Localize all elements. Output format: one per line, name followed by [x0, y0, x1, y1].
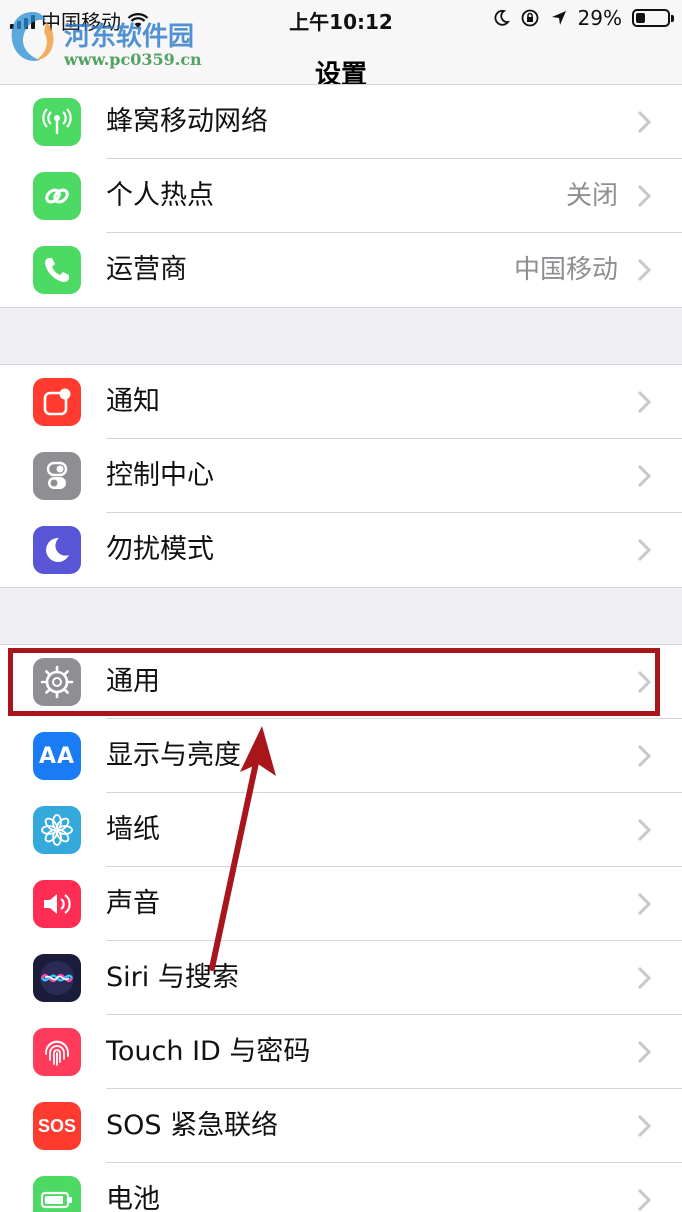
moon-status-icon — [494, 9, 510, 26]
hotspot-chain-icon — [33, 172, 81, 220]
chevron-right-icon — [637, 966, 652, 990]
settings-row-sounds[interactable]: 声音 — [0, 867, 682, 941]
chevron-right-icon — [637, 744, 652, 768]
chevron-right-icon — [637, 892, 652, 916]
chevron-right-icon — [637, 538, 652, 562]
settings-row-hotspot[interactable]: 个人热点 关闭 — [0, 159, 682, 233]
settings-row-label: 通用 — [106, 666, 160, 697]
settings-row-carrier[interactable]: 运营商 中国移动 — [0, 233, 682, 307]
settings-row-label: Siri 与搜索 — [106, 962, 239, 993]
control-center-toggle-icon — [33, 452, 81, 500]
settings-row-battery[interactable]: 电池 — [0, 1163, 682, 1212]
settings-group-general: 通用 AA 显示与亮度 墙纸 声音 Siri 与搜索 Touch ID 与密码 … — [0, 644, 682, 1212]
battery-fill — [636, 13, 645, 23]
chevron-right-icon — [637, 1040, 652, 1064]
settings-row-label: Touch ID 与密码 — [106, 1036, 311, 1067]
text-size-aa-icon: AA — [33, 732, 81, 780]
location-icon — [551, 11, 566, 25]
settings-row-value: 中国移动 — [513, 255, 618, 285]
settings-row-label: 声音 — [106, 888, 160, 919]
settings-row-emergency-sos[interactable]: SOS SOS 紧急联络 — [0, 1089, 682, 1163]
battery-icon — [33, 1176, 81, 1212]
status-bar: 中国移动 上午10:12 29% — [0, 0, 682, 40]
flower-icon — [33, 806, 81, 854]
battery-percent: 29% — [577, 6, 622, 30]
settings-row-label: 个人热点 — [106, 180, 214, 211]
chevron-right-icon — [637, 390, 652, 414]
gear-icon — [33, 658, 81, 706]
chevron-right-icon — [637, 258, 652, 282]
icon-text: AA — [38, 743, 76, 769]
chevron-right-icon — [637, 1114, 652, 1138]
settings-row-label: 控制中心 — [106, 460, 214, 491]
settings-row-siri[interactable]: Siri 与搜索 — [0, 941, 682, 1015]
settings-row-do-not-disturb[interactable]: 勿扰模式 — [0, 513, 682, 587]
chevron-right-icon — [637, 184, 652, 208]
settings-row-wallpaper[interactable]: 墙纸 — [0, 793, 682, 867]
settings-row-label: 显示与亮度 — [106, 740, 241, 771]
settings-row-label: SOS 紧急联络 — [106, 1110, 279, 1141]
rotation-lock-icon — [521, 9, 538, 27]
battery-status-icon — [632, 9, 674, 27]
settings-row-label: 勿扰模式 — [106, 534, 214, 565]
settings-row-display[interactable]: AA 显示与亮度 — [0, 719, 682, 793]
chevron-right-icon — [637, 110, 652, 134]
settings-row-control-center[interactable]: 控制中心 — [0, 439, 682, 513]
moon-icon — [33, 526, 81, 574]
settings-group-notifications: 通知 控制中心 勿扰模式 — [0, 364, 682, 588]
settings-row-label: 蜂窝移动网络 — [106, 106, 268, 137]
cellular-antenna-icon — [33, 98, 81, 146]
settings-row-label: 通知 — [106, 386, 160, 417]
chevron-right-icon — [637, 670, 652, 694]
phone-icon — [33, 246, 81, 294]
speaker-icon — [33, 880, 81, 928]
settings-group-network: 蜂窝移动网络 个人热点 关闭 运营商 中国移动 — [0, 84, 682, 308]
settings-row-notifications[interactable]: 通知 — [0, 365, 682, 439]
settings-screen: 中国移动 上午10:12 29% 设置 河东软件园 www.pc0359.cn … — [0, 0, 682, 1212]
chevron-right-icon — [637, 818, 652, 842]
settings-row-label: 电池 — [106, 1184, 160, 1212]
siri-icon — [33, 954, 81, 1002]
chevron-right-icon — [637, 1188, 652, 1212]
status-right: 29% — [492, 6, 674, 30]
settings-row-value: 关闭 — [565, 181, 618, 211]
settings-row-touch-id[interactable]: Touch ID 与密码 — [0, 1015, 682, 1089]
notification-icon — [33, 378, 81, 426]
chevron-right-icon — [637, 464, 652, 488]
settings-row-general[interactable]: 通用 — [0, 645, 682, 719]
sos-icon: SOS — [33, 1102, 81, 1150]
icon-text: SOS — [37, 1115, 76, 1136]
settings-row-label: 运营商 — [106, 254, 187, 285]
settings-row-cellular[interactable]: 蜂窝移动网络 — [0, 85, 682, 159]
settings-row-label: 墙纸 — [106, 814, 160, 845]
fingerprint-icon — [33, 1028, 81, 1076]
